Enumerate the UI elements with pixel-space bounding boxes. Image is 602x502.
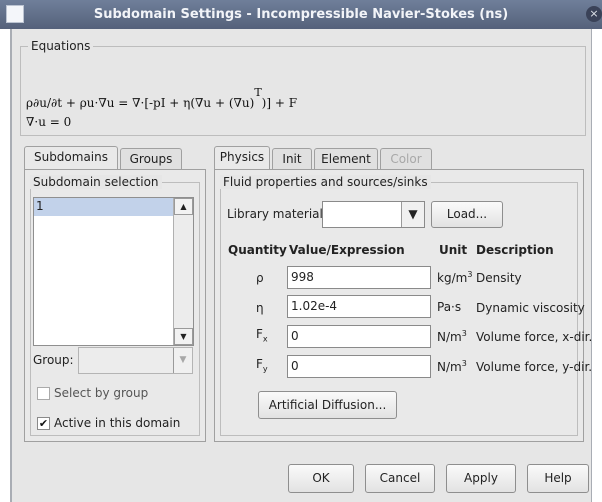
quantity-fx: Fx <box>256 327 268 343</box>
quantity-fx-sub: x <box>262 334 268 344</box>
quantity-fy: Fy <box>256 357 268 373</box>
header-quantity: Quantity <box>228 243 287 257</box>
description-density: Density <box>476 271 522 285</box>
tab-groups[interactable]: Groups <box>120 148 182 170</box>
description-force-y: Volume force, y-dir. <box>476 360 593 374</box>
artificial-diffusion-button[interactable]: Artificial Diffusion... <box>258 391 397 419</box>
force-y-input[interactable]: 0 <box>287 355 431 378</box>
equation-continuity: ∇·u = 0 <box>26 115 72 129</box>
unit-force-x-base: N/m <box>437 330 462 344</box>
select-by-group-label: Select by group <box>54 386 149 400</box>
apply-button[interactable]: Apply <box>446 464 516 493</box>
unit-force-x: N/m3 <box>437 329 467 344</box>
description-viscosity: Dynamic viscosity <box>476 301 585 315</box>
scroll-up-icon[interactable]: ▲ <box>174 198 193 215</box>
tab-subdomains[interactable]: Subdomains <box>24 146 118 170</box>
quantity-fy-symbol: F <box>256 357 263 371</box>
cancel-button[interactable]: Cancel <box>365 464 435 493</box>
library-material-label: Library material: <box>227 207 327 221</box>
subdomain-selection-legend: Subdomain selection <box>30 175 162 189</box>
equation-transpose-sup: T <box>254 86 262 99</box>
unit-density-base: kg/m <box>437 271 468 285</box>
tab-color: Color <box>380 148 432 170</box>
tab-element[interactable]: Element <box>314 148 378 170</box>
scroll-down-icon[interactable]: ▼ <box>174 328 193 345</box>
list-scrollbar[interactable] <box>173 198 193 345</box>
active-in-domain-label: Active in this domain <box>54 416 181 430</box>
group-label: Group: <box>33 353 74 367</box>
header-unit: Unit <box>439 243 468 257</box>
tab-init[interactable]: Init <box>272 148 312 170</box>
help-button[interactable]: Help <box>527 464 589 493</box>
quantity-rho: ρ <box>256 271 264 285</box>
density-input[interactable]: 998 <box>287 266 431 289</box>
unit-force-x-sup: 3 <box>461 329 467 338</box>
tab-physics[interactable]: Physics <box>214 146 270 170</box>
ok-button[interactable]: OK <box>288 464 354 493</box>
unit-force-y: N/m3 <box>437 359 467 374</box>
quantity-fx-symbol: F <box>256 327 263 341</box>
unit-density: kg/m3 <box>437 270 472 285</box>
header-description: Description <box>476 243 554 257</box>
select-by-group-checkbox[interactable] <box>37 387 50 400</box>
equations-legend: Equations <box>28 39 94 53</box>
unit-viscosity: Pa·s <box>437 300 462 314</box>
header-value: Value/Expression <box>289 243 405 257</box>
equation-momentum: ρ∂u/∂t + ρu·∇u = ∇·[-pI + η(∇u + (∇u)T)]… <box>26 86 298 110</box>
subdomain-list[interactable] <box>33 197 194 346</box>
load-button[interactable]: Load... <box>431 201 503 228</box>
equations-group <box>20 46 586 136</box>
unit-force-y-base: N/m <box>437 360 462 374</box>
list-item[interactable]: 1 <box>34 198 174 216</box>
window-title: Subdomain Settings - Incompressible Navi… <box>93 7 509 22</box>
viscosity-input[interactable]: 1.02e-4 <box>287 295 431 318</box>
force-x-input[interactable]: 0 <box>287 325 431 348</box>
quantity-eta: η <box>256 301 264 315</box>
equation-momentum-main: ρ∂u/∂t + ρu·∇u = ∇·[-pI + η(∇u + (∇u) <box>26 96 255 110</box>
equation-momentum-end: )] + F <box>261 96 298 110</box>
close-icon[interactable]: × <box>586 6 602 22</box>
unit-density-sup: 3 <box>467 270 473 279</box>
quantity-fy-sub: y <box>262 364 268 374</box>
active-in-domain-checkbox[interactable]: ✔ <box>37 417 50 430</box>
description-force-x: Volume force, x-dir. <box>476 330 593 344</box>
fluid-properties-legend: Fluid properties and sources/sinks <box>220 175 431 189</box>
group-combo-arrow-icon[interactable]: ▼ <box>173 348 192 373</box>
library-combo-arrow-icon[interactable]: ▼ <box>401 202 424 227</box>
unit-force-y-sup: 3 <box>461 359 467 368</box>
